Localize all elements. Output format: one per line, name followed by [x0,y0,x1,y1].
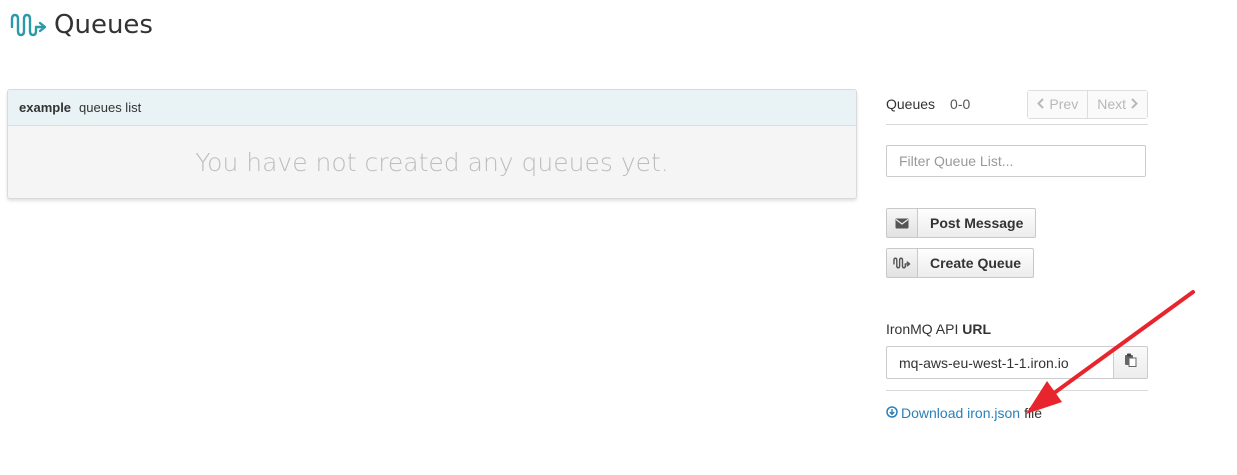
queues-label: Queues [886,96,936,112]
post-message-button[interactable]: Post Message [886,208,1037,238]
envelope-icon [887,209,918,237]
page-header: Queues [10,10,153,40]
post-message-label: Post Message [930,215,1024,231]
api-label-bold: URL [962,321,992,337]
panel-subtitle: queues list [79,100,142,115]
api-label-prefix: IronMQ API [886,321,959,337]
copy-button[interactable] [1113,346,1148,379]
create-queue-button[interactable]: Create Queue [886,248,1035,278]
divider [886,124,1148,125]
chevron-right-icon [1131,96,1138,112]
prev-label: Prev [1049,96,1079,112]
download-iron-json-link[interactable]: Download iron.json [886,405,1020,421]
queues-range: 0-0 [950,96,971,112]
next-label: Next [1097,96,1126,112]
api-url-label: IronMQ API URL [886,321,1148,337]
panel-header: example queues list [8,90,856,126]
project-name: example [19,100,72,115]
prev-button[interactable]: Prev [1028,90,1088,118]
api-url-row [886,346,1148,379]
divider [886,390,1148,391]
pager: Prev Next [1027,89,1148,119]
queues-panel: example queues list You have not created… [7,89,857,199]
ironmq-wave-icon [10,11,50,39]
queues-summary-row: Queues 0-0 Prev Next [886,89,1148,119]
ironmq-wave-icon [887,249,918,277]
download-link-label: Download iron.json [901,405,1021,421]
api-url-field[interactable] [886,346,1113,379]
download-circle-icon [886,405,898,421]
empty-state-message: You have not created any queues yet. [195,147,669,177]
next-button[interactable]: Next [1087,90,1147,118]
download-row: Download iron.json file [886,405,1148,421]
chevron-left-icon [1037,96,1045,112]
page: Queues example queues list You have not … [0,0,1237,475]
sidebar: Queues 0-0 Prev Next Filter Queue List..… [886,89,1148,421]
page-title: Queues [54,10,153,40]
download-suffix: file [1024,405,1042,421]
create-queue-label: Create Queue [930,255,1022,271]
filter-queue-input[interactable] [886,145,1146,177]
clipboard-icon [1124,353,1137,372]
